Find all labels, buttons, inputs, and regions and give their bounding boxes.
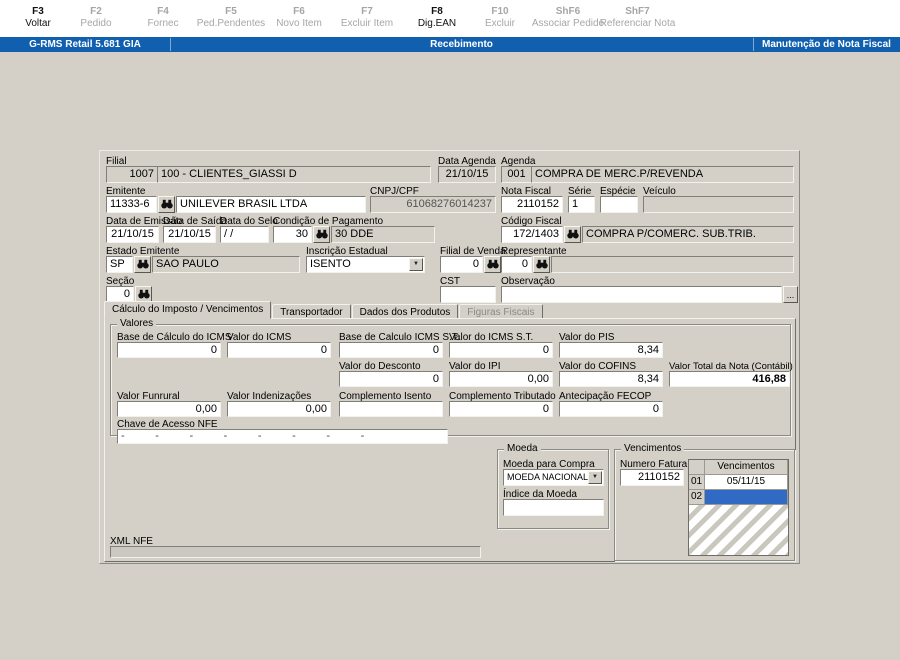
condicao-pagamento-name-field: 30 DDE: [331, 226, 435, 243]
vencimentos-group-title: Vencimentos: [621, 443, 685, 454]
vencimentos-table: Vencimentos 01 05/11/15 02: [688, 459, 789, 556]
condicao-pagamento-lookup-button[interactable]: [313, 226, 330, 243]
valor-ipi-field[interactable]: 0,00: [449, 371, 553, 387]
veiculo-field: [643, 196, 794, 213]
moeda-compra-combobox[interactable]: MOEDA NACIONAL ▼: [503, 469, 604, 486]
valor-icms-field[interactable]: 0: [227, 342, 331, 358]
codigo-fiscal-lookup-button[interactable]: [564, 226, 581, 243]
chevron-down-icon[interactable]: ▼: [588, 471, 602, 484]
fkey-shf7-referenciar-nota: ShF7 Referenciar Nota: [599, 6, 676, 29]
emitente-lookup-button[interactable]: [158, 196, 175, 213]
estado-emitente-lookup-button[interactable]: [134, 256, 151, 273]
moeda-compra-value: MOEDA NACIONAL: [507, 472, 589, 482]
data-selo-input[interactable]: / /: [220, 226, 269, 243]
inscricao-estadual-value: ISENTO: [310, 258, 351, 270]
function-key-bar: F3 Voltar F2 Pedido F4 Fornec F5 Ped.Pendent…: [0, 0, 900, 37]
row-number-header-cell: [689, 460, 705, 475]
representante-lookup-button[interactable]: [533, 256, 550, 273]
tab-strip: Cálculo do Imposto / Vencimentos Transpo…: [104, 301, 544, 319]
binoculars-icon: [136, 259, 149, 271]
valores-group-title: Valores: [117, 318, 157, 329]
binoculars-icon: [566, 229, 579, 241]
binoculars-icon: [315, 229, 328, 241]
binoculars-icon: [137, 289, 150, 301]
valor-desconto-field[interactable]: 0: [339, 371, 443, 387]
emitente-name-field[interactable]: UNILEVER BRASIL LTDA: [176, 196, 366, 213]
title-bar: G-RMS Retail 5.681 GIA Recebimento Manut…: [0, 37, 900, 52]
valor-cofins-field[interactable]: 8,34: [559, 371, 663, 387]
empty-rows-hatch: [689, 505, 788, 555]
chevron-down-icon[interactable]: ▼: [409, 258, 423, 271]
nota-fiscal-input[interactable]: 2110152: [501, 196, 563, 213]
valor-total-field: 416,88: [669, 371, 790, 387]
observacao-more-button[interactable]: ...: [783, 286, 798, 303]
vencimentos-column-header: Vencimentos: [705, 460, 788, 475]
filial-code-field: 1007: [106, 166, 158, 183]
valor-icms-st-field[interactable]: 0: [449, 342, 553, 358]
representante-code-input[interactable]: 0: [501, 256, 532, 273]
data-saida-input[interactable]: 21/10/15: [163, 226, 216, 243]
estado-emitente-input[interactable]: SP: [106, 256, 133, 273]
numero-fatura-field[interactable]: 2110152: [620, 469, 684, 486]
complemento-isento-field[interactable]: [339, 401, 443, 417]
valor-pis-field[interactable]: 8,34: [559, 342, 663, 358]
app-window: F3 Voltar F2 Pedido F4 Fornec F5 Ped.Pendent…: [0, 0, 900, 660]
serie-input[interactable]: 1: [568, 196, 595, 213]
tab-figuras-fiscais: Figuras Fiscais: [459, 304, 543, 319]
screen-title: Recebimento: [430, 39, 493, 50]
data-agenda-field: 21/10/15: [438, 166, 496, 183]
tab-calculo-imposto-vencimentos[interactable]: Cálculo do Imposto / Vencimentos: [104, 301, 272, 319]
base-icms-st-field[interactable]: 0: [339, 342, 443, 358]
inscricao-estadual-combobox[interactable]: ISENTO ▼: [306, 256, 425, 273]
valor-funrural-field[interactable]: 0,00: [117, 401, 221, 417]
emitente-code-input[interactable]: 11333-6: [106, 196, 157, 213]
data-emissao-input[interactable]: 21/10/15: [106, 226, 159, 243]
complemento-tributado-field[interactable]: 0: [449, 401, 553, 417]
codigo-fiscal-code-input[interactable]: 172/1403: [501, 226, 563, 243]
app-title: G-RMS Retail 5.681 GIA: [29, 39, 141, 50]
base-icms-field[interactable]: 0: [117, 342, 221, 358]
moeda-group-title: Moeda: [504, 443, 541, 454]
valor-indenizacoes-field[interactable]: 0,00: [227, 401, 331, 417]
agenda-name-field: COMPRA DE MERC.P/REVENDA: [531, 166, 794, 183]
binoculars-icon: [160, 199, 173, 211]
vencimento-row-2[interactable]: 02: [689, 490, 788, 505]
tab-transportador[interactable]: Transportador: [272, 304, 351, 319]
xml-nfe-bar: [110, 546, 481, 558]
filial-venda-input[interactable]: 0: [440, 256, 483, 273]
chave-nfe-input[interactable]: - - - - - - - -: [117, 429, 448, 444]
vencimentos-header-row: Vencimentos: [689, 460, 788, 475]
cnpj-cpf-field: 61068276014237: [370, 196, 496, 213]
antecipacao-fecop-field[interactable]: 0: [559, 401, 663, 417]
codigo-fiscal-name-field: COMPRA P/COMERC. SUB.TRIB.: [582, 226, 794, 243]
row-number-cell: 02: [689, 490, 705, 505]
agenda-code-field: 001: [501, 166, 532, 183]
indice-moeda-input[interactable]: [503, 499, 604, 516]
filial-name-field: 100 - CLIENTES_GIASSI D: [157, 166, 431, 183]
tab-dados-dos-produtos[interactable]: Dados dos Produtos: [351, 304, 459, 319]
condicao-pagamento-code-input[interactable]: 30: [273, 226, 312, 243]
representante-name-field: [551, 256, 794, 273]
task-title: Manutenção de Nota Fiscal: [762, 39, 891, 50]
row-number-cell: 01: [689, 475, 705, 490]
vencimento-date-cell-selected[interactable]: [705, 490, 788, 505]
binoculars-icon: [535, 259, 548, 271]
estado-emitente-name-field: SAO PAULO: [152, 256, 300, 273]
especie-input[interactable]: [600, 196, 638, 213]
vencimento-date-cell[interactable]: 05/11/15: [705, 475, 788, 490]
filial-venda-lookup-button[interactable]: [484, 256, 501, 273]
vencimento-row-1[interactable]: 01 05/11/15: [689, 475, 788, 490]
binoculars-icon: [486, 259, 499, 271]
